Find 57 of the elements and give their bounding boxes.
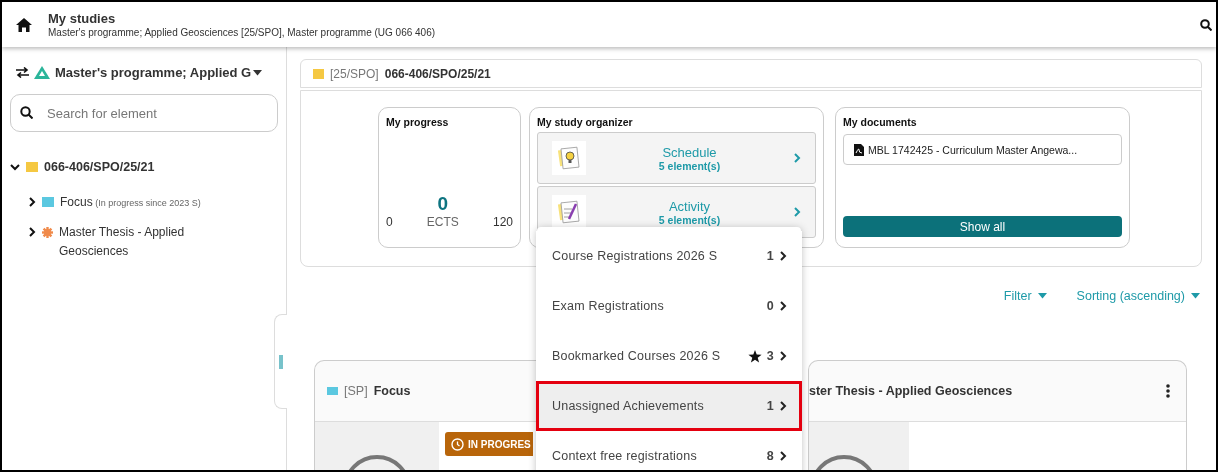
square-icon — [313, 68, 324, 79]
caret-icon — [1037, 293, 1047, 299]
chevron-right-icon[interactable] — [28, 197, 36, 207]
chevron-right-icon — [779, 451, 787, 461]
element-count: 5 element(s) — [658, 159, 721, 172]
menu-item[interactable]: Course Registrations 2026 S 1 — [536, 231, 802, 281]
triangle-icon — [34, 66, 50, 79]
collapse-handle[interactable] — [274, 314, 287, 409]
filter-button[interactable]: Filter — [1003, 289, 1047, 303]
ects-unit: ECTS — [426, 215, 459, 229]
menu-item[interactable]: Context free registrations 8 — [536, 431, 802, 470]
module-title: ster Thesis - Applied Geosciences — [809, 384, 1013, 398]
page-subtitle: Master's programme; Applied Geosciences [25/SPO], Master programme (UG 066 406) — [48, 27, 437, 38]
range-min: 0 — [386, 215, 393, 229]
chevron-down-icon[interactable] — [10, 162, 20, 172]
page-title: My studies — [48, 11, 117, 26]
chevron-right-icon — [779, 251, 787, 261]
menu-item[interactable]: Bookmarked Courses 2026 S 3 — [536, 331, 802, 381]
card-title: My documents — [843, 116, 918, 128]
organizer-label: Activity — [668, 198, 711, 214]
home-icon[interactable] — [16, 17, 32, 32]
module-title: Focus — [373, 384, 411, 398]
tree-item[interactable]: 066-406/SPO/25/21 — [44, 158, 155, 177]
ects-value: 0 — [437, 193, 449, 215]
search-icon[interactable] — [1200, 18, 1212, 31]
grip-icon — [279, 354, 283, 369]
organizer-label: Schedule — [662, 144, 717, 160]
curriculum-tag: [25/SPO] — [330, 66, 379, 81]
sorting-button[interactable]: Sorting (ascending) — [1076, 289, 1200, 303]
card-title: My study organizer — [537, 116, 634, 128]
chevron-right-icon — [779, 301, 787, 311]
chevron-right-icon — [793, 153, 801, 163]
switch-icon[interactable] — [16, 67, 29, 78]
pdf-icon — [854, 143, 864, 156]
element-count: 5 element(s) — [658, 213, 721, 226]
module-tag: [SP] — [344, 384, 368, 398]
chevron-right-icon — [793, 207, 801, 217]
more-icon[interactable] — [1166, 384, 1170, 398]
search-field[interactable]: Search for element — [10, 94, 278, 132]
chevron-right-icon — [779, 401, 787, 411]
lightbulb-note-icon — [552, 141, 586, 175]
card-title: My progress — [386, 116, 450, 128]
menu-item[interactable]: Exam Registrations 0 — [536, 281, 802, 331]
document-link[interactable]: MBL 1742425 - Curriculum Master Angewa... — [843, 134, 1122, 165]
range-max: 120 — [492, 215, 513, 229]
clock-icon — [451, 437, 464, 451]
caret-icon — [253, 69, 263, 76]
status-badge: IN PROGRES — [445, 432, 533, 456]
caret-icon — [1191, 293, 1200, 299]
menu-item[interactable]: Unassigned Achievements 1 — [536, 381, 802, 431]
chevron-right-icon — [779, 351, 787, 361]
curriculum-code: 066-406/SPO/25/21 — [384, 66, 491, 81]
show-all-button[interactable]: Show all — [843, 216, 1122, 237]
tree-item[interactable]: Focus (In progress since 2023 S) — [60, 193, 201, 213]
tree-item[interactable]: Master Thesis - Applied Geosciences — [59, 223, 208, 261]
chevron-right-icon[interactable] — [28, 227, 36, 237]
programme-dropdown[interactable]: Master's programme; Applied G — [55, 65, 263, 80]
